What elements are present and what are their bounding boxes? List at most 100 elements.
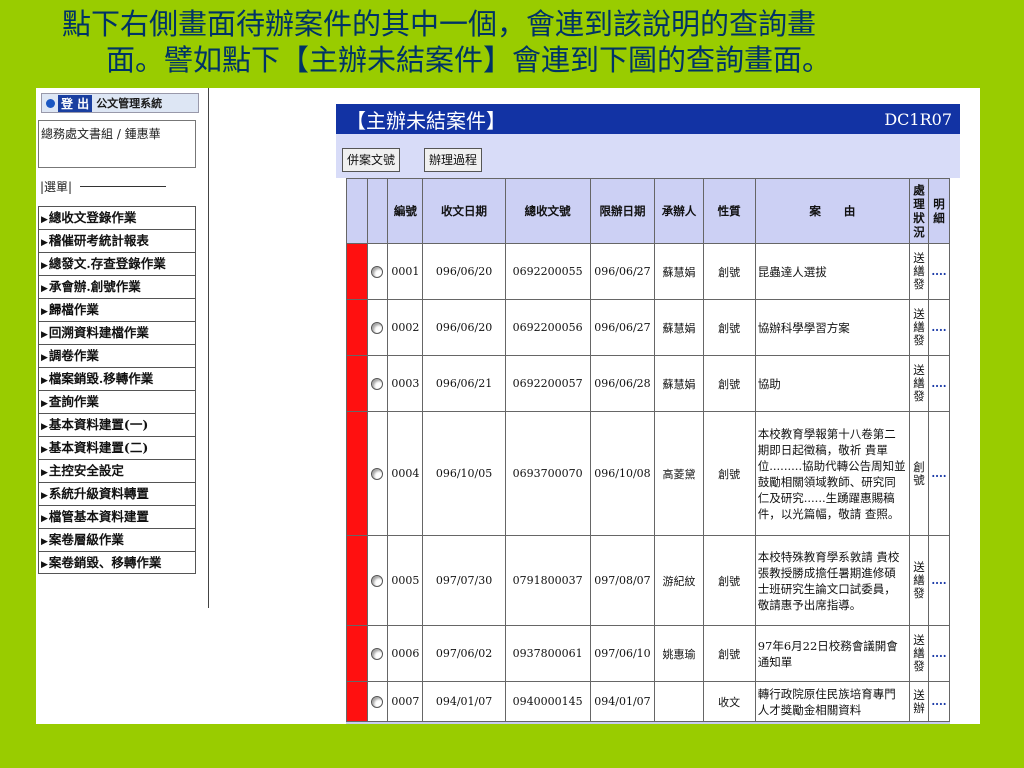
cases-table-wrapper: 編號 收文日期 總收文號 限辦日期 承辦人 性質 案 由 處理狀況 明細 000… [346,178,950,724]
cell-no: 0001 [387,243,424,300]
menu-item[interactable]: ▶案卷銷毀、移轉作業 [38,551,196,574]
header-no: 編號 [387,178,424,244]
system-name: 公文管理系統 [96,97,163,110]
detail-link[interactable]: .... [927,411,950,536]
header-detail: 明細 [927,178,950,244]
triangle-icon: ▶ [41,560,48,570]
cell-date: 096/06/21 [422,355,506,412]
menu-item[interactable]: ▶系統升級資料轉置 [38,482,196,505]
radio-icon[interactable] [371,648,384,660]
row-select[interactable] [366,625,389,682]
table-row[interactable]: 0002 096/06/20 0692200056 096/06/27 蘇慧娟 … [346,299,950,356]
cell-due: 096/06/27 [589,243,656,300]
radio-icon[interactable] [371,696,384,708]
triangle-icon: ▶ [41,491,48,501]
menu-item[interactable]: ▶檔案銷毀.移轉作業 [38,367,196,390]
cell-handler: 游紀紋 [654,535,704,626]
menu-item[interactable]: ▶調卷作業 [38,344,196,367]
triangle-icon: ▶ [41,514,48,524]
radio-icon[interactable] [371,322,384,334]
cell-status: 送繕發 [909,625,929,682]
cell-kind: 創號 [702,625,756,682]
radio-icon[interactable] [371,378,384,390]
logout-button[interactable]: 登 出 [58,94,93,112]
menu-item[interactable]: ▶總收文登錄作業 [38,206,196,229]
cell-status: 送繕發 [909,355,929,412]
process-history-button[interactable]: 辦理過程 [424,148,483,172]
menu-item[interactable]: ▶回溯資料建檔作業 [38,321,196,344]
cell-no: 0004 [387,411,424,536]
radio-icon[interactable] [371,468,384,480]
merge-docno-button[interactable]: 併案文號 [342,148,401,172]
cell-docno: 0692200055 [504,243,591,300]
radio-icon[interactable] [371,575,384,587]
cell-due: 096/06/28 [589,355,656,412]
radio-icon[interactable] [371,266,384,278]
cell-kind: 收文 [702,681,756,722]
menu-item[interactable]: ▶案卷層級作業 [38,528,196,551]
menu-item[interactable]: ▶總發文.存查登錄作業 [38,252,196,275]
menu-item[interactable]: ▶承會辦.創號作業 [38,275,196,298]
row-select[interactable] [366,535,389,626]
menu-header-label: |選單| [40,180,73,194]
table-row[interactable]: 0005 097/07/30 0791800037 097/08/07 游紀紋 … [346,535,950,626]
table-row[interactable]: 0003 096/06/21 0692200057 096/06/28 蘇慧娟 … [346,355,950,412]
menu-item[interactable]: ▶檔管基本資料建置 [38,505,196,528]
menu-item[interactable]: ▶查詢作業 [38,390,196,413]
cell-handler: 姚惠瑜 [654,625,704,682]
header-due: 限辦日期 [589,178,656,244]
cell-handler: 高菱黛 [654,411,704,536]
menu-header: |選單| [40,178,167,195]
table-row[interactable]: 0004 096/10/05 0693700070 096/10/08 高菱黛 … [346,411,950,536]
screenshot-panel: 登 出 公文管理系統 總務處文書組 / 鍾惠華 |選單| ▶總收文登錄作業 ▶稽… [36,88,980,724]
row-select[interactable] [366,243,389,300]
cell-kind: 創號 [702,243,756,300]
table-header-row: 編號 收文日期 總收文號 限辦日期 承辦人 性質 案 由 處理狀況 明細 [346,178,950,244]
menu-item[interactable]: ▶歸檔作業 [38,298,196,321]
main-panel: 【主辦未結案件】 DC1R07 併案文號 辦理過程 編號 收文日期 總收文號 限… [336,104,960,724]
cell-handler [654,681,704,722]
cell-docno: 0791800037 [504,535,591,626]
triangle-icon: ▶ [41,215,48,225]
menu-item[interactable]: ▶基本資料建置(二) [38,436,196,459]
detail-link[interactable]: .... [927,355,950,412]
row-select[interactable] [366,355,389,412]
button-bar: 併案文號 辦理過程 [336,134,960,178]
row-select[interactable] [366,411,389,536]
header-kind: 性質 [702,178,756,244]
cell-handler: 蘇慧娟 [654,243,704,300]
table-row[interactable]: 0006 097/06/02 0937800061 097/06/10 姚惠瑜 … [346,625,950,682]
row-marker [346,299,368,356]
table-row[interactable]: 0001 096/06/20 0692200055 096/06/27 蘇慧娟 … [346,243,950,300]
detail-link[interactable]: .... [927,243,950,300]
cell-kind: 創號 [702,355,756,412]
detail-link[interactable]: .... [927,681,950,722]
cell-status: 創號 [909,411,929,536]
cell-subject: 昆蟲達人選拔 [754,243,911,300]
menu-item[interactable]: ▶主控安全設定 [38,459,196,482]
header-subject: 案 由 [754,178,911,244]
detail-link[interactable]: .... [927,625,950,682]
row-marker [346,411,368,536]
cases-table: 編號 收文日期 總收文號 限辦日期 承辦人 性質 案 由 處理狀況 明細 000… [346,178,950,722]
cell-subject: 協辦科學學習方案 [754,299,911,356]
row-select[interactable] [366,681,389,722]
menu-item[interactable]: ▶稽催研考統計報表 [38,229,196,252]
menu-item[interactable]: ▶基本資料建置(一) [38,413,196,436]
cell-status: 送繕發 [909,243,929,300]
triangle-icon: ▶ [41,445,48,455]
detail-link[interactable]: .... [927,535,950,626]
table-row[interactable]: 0007 094/01/07 0940000145 094/01/07 收文 轉… [346,681,950,722]
cell-handler: 蘇慧娟 [654,355,704,412]
menu-divider [80,186,167,187]
triangle-icon: ▶ [41,284,48,294]
detail-link[interactable]: .... [927,299,950,356]
row-marker [346,681,368,722]
cell-date: 097/07/30 [422,535,506,626]
triangle-icon: ▶ [41,537,48,547]
cell-subject: 本校特殊教育學系敦請 貴校張教授勝成擔任暑期進修碩士班研究生論文口試委員，敬請惠… [754,535,911,626]
cell-no: 0002 [387,299,424,356]
cell-docno: 0692200056 [504,299,591,356]
cell-subject: 轉行政院原住民族培育專門人才獎勵金相關資料 [754,681,911,722]
row-select[interactable] [366,299,389,356]
